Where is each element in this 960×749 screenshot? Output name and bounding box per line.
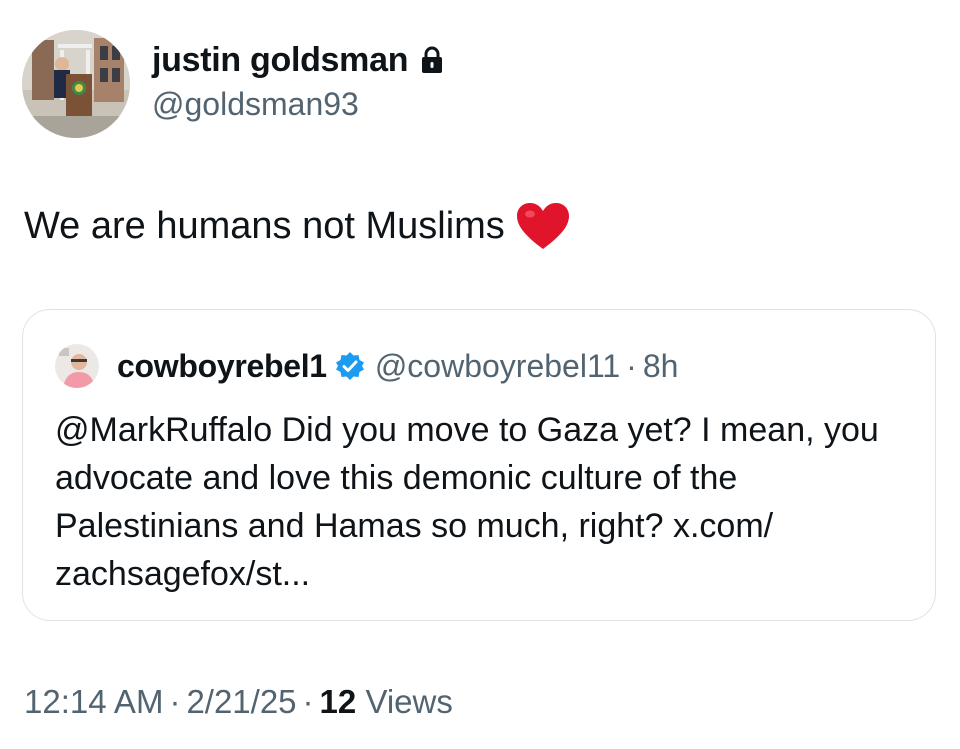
quoted-author-avatar[interactable]	[55, 344, 99, 388]
quoted-tweet-header: cowboyrebel1 @cowboyrebel11 · 8h	[55, 344, 678, 388]
display-name-row: justin goldsman	[152, 40, 444, 80]
tweet-text-row: We are humans not Muslims	[24, 196, 571, 256]
quoted-tweet-card[interactable]: cowboyrebel1 @cowboyrebel11 · 8h @MarkRu…	[22, 309, 936, 621]
author-display-name[interactable]: justin goldsman	[152, 40, 408, 80]
author-avatar[interactable]	[22, 30, 130, 138]
quoted-author-display-name[interactable]: cowboyrebel1	[117, 348, 327, 385]
tweet-text: We are humans not Muslims	[24, 205, 505, 247]
quoted-tweet-text: @MarkRuffalo Did you move to Gaza yet? I…	[55, 411, 879, 593]
red-heart-icon	[515, 201, 571, 251]
tweet-time[interactable]: 12:14 AM	[24, 683, 163, 720]
quoted-header-separator: ·	[626, 347, 637, 384]
tweet-header: justin goldsman @goldsman93	[22, 30, 444, 138]
lock-icon	[420, 46, 444, 74]
quoted-author-handle[interactable]: @cowboyrebel11	[375, 348, 620, 385]
author-handle[interactable]: @goldsman93	[152, 84, 444, 124]
quoted-tweet-time[interactable]: 8h	[643, 348, 679, 385]
meta-separator: ·	[302, 683, 314, 720]
tweet-date[interactable]: 2/21/25	[186, 683, 296, 720]
tweet-meta: 12:14 AM · 2/21/25 · 12 Views	[24, 680, 453, 724]
views-label: Views	[365, 683, 453, 720]
verified-badge-icon	[335, 351, 365, 381]
views-count: 12	[319, 683, 357, 720]
meta-separator: ·	[169, 683, 181, 720]
author-name-block: justin goldsman @goldsman93	[152, 40, 444, 124]
